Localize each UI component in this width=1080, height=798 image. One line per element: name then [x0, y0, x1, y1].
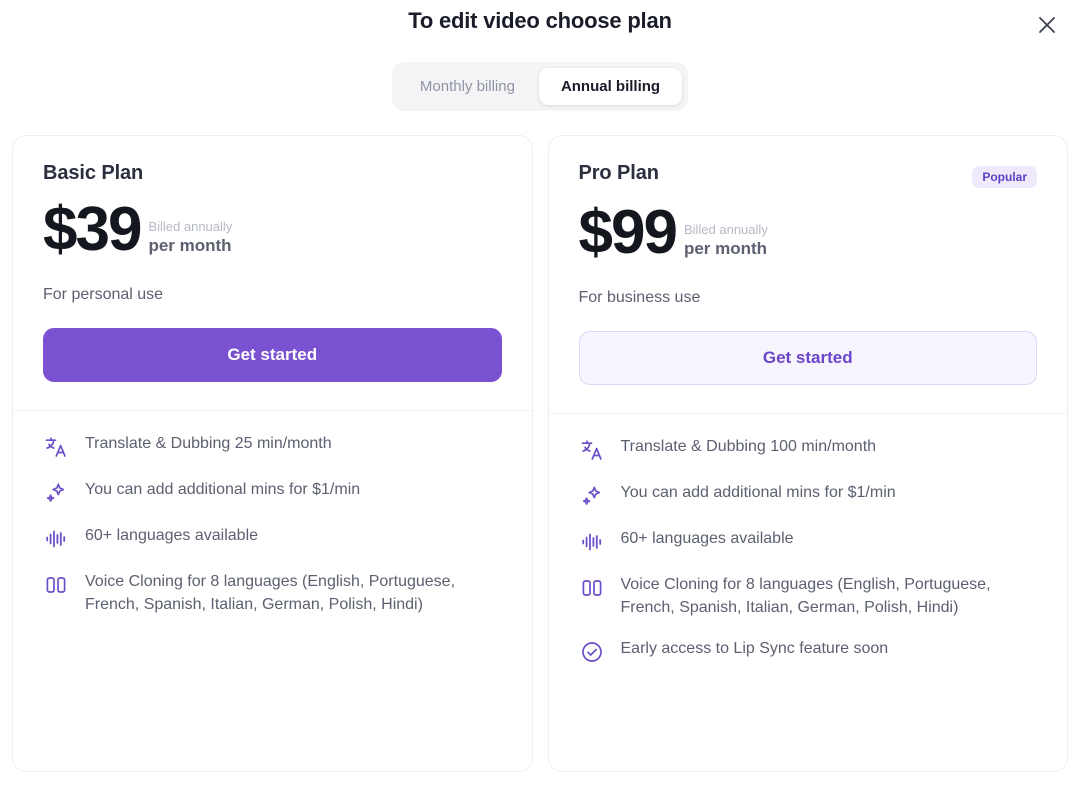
- billing-toggle-container: Monthly billingAnnual billing: [0, 62, 1080, 111]
- sparkles-icon: [43, 480, 69, 506]
- feature-list: Translate & Dubbing 25 min/month You can …: [13, 411, 532, 646]
- list-item: You can add additional mins for $1/min: [579, 482, 1038, 509]
- close-icon: [1036, 14, 1058, 36]
- plan-price: $39 Billed annuallyper month: [43, 201, 502, 260]
- feature-label: Voice Cloning for 8 languages (English, …: [621, 574, 1038, 619]
- feature-label: Translate & Dubbing 100 min/month: [621, 436, 877, 459]
- price-period: per month: [148, 235, 232, 256]
- voice-clone-icon: [43, 572, 69, 598]
- translate-icon: [579, 437, 605, 463]
- plan-header: Pro Plan Popular $99 Billed annuallyper mon…: [549, 136, 1068, 413]
- list-item: 60+ languages available: [579, 528, 1038, 555]
- close-button[interactable]: [1030, 8, 1064, 42]
- billing-toggle[interactable]: Monthly billingAnnual billing: [392, 62, 688, 111]
- plan-card: Basic Plan $39 Billed annuallyper month For…: [12, 135, 533, 772]
- feature-label: Early access to Lip Sync feature soon: [621, 638, 889, 661]
- billing-toggle-option-monthly[interactable]: Monthly billing: [398, 68, 537, 105]
- feature-label: Voice Cloning for 8 languages (English, …: [85, 571, 502, 616]
- feature-label: 60+ languages available: [85, 525, 258, 548]
- waveform-icon: [579, 529, 605, 555]
- get-started-button[interactable]: Get started: [579, 331, 1038, 385]
- list-item: Voice Cloning for 8 languages (English, …: [43, 571, 502, 616]
- check-circle-icon: [579, 639, 605, 665]
- plan-price: $99 Billed annuallyper month: [579, 204, 1038, 263]
- plan-name: Pro Plan: [579, 162, 659, 185]
- waveform-icon: [43, 526, 69, 552]
- page-title: To edit video choose plan: [0, 0, 1080, 34]
- price-amount: $99: [579, 204, 676, 263]
- sparkles-icon: [579, 483, 605, 509]
- plan-card: Pro Plan Popular $99 Billed annuallyper mon…: [548, 135, 1069, 772]
- pricing-modal: To edit video choose plan Monthly billin…: [0, 0, 1080, 798]
- get-started-button[interactable]: Get started: [43, 328, 502, 382]
- price-amount: $39: [43, 201, 140, 260]
- price-billed-note: Billed annually: [684, 223, 768, 237]
- price-period: per month: [684, 238, 768, 259]
- plan-header: Basic Plan $39 Billed annuallyper month For…: [13, 136, 532, 410]
- list-item: Voice Cloning for 8 languages (English, …: [579, 574, 1038, 619]
- status-badge: Popular: [972, 166, 1037, 188]
- plan-name: Basic Plan: [43, 162, 143, 185]
- plan-subtitle: For business use: [579, 289, 1038, 307]
- voice-clone-icon: [579, 575, 605, 601]
- list-item: Translate & Dubbing 25 min/month: [43, 433, 502, 460]
- plans-container: Basic Plan$39Billed annuallyper monthFor…: [0, 111, 1080, 772]
- feature-label: You can add additional mins for $1/min: [621, 482, 896, 505]
- billing-toggle-option-annual[interactable]: Annual billing: [539, 68, 682, 105]
- list-item: Early access to Lip Sync feature soon: [579, 638, 1038, 665]
- feature-label: 60+ languages available: [621, 528, 794, 551]
- feature-label: Translate & Dubbing 25 min/month: [85, 433, 332, 456]
- plan-subtitle: For personal use: [43, 286, 502, 304]
- price-billed-note: Billed annually: [148, 220, 232, 234]
- list-item: You can add additional mins for $1/min: [43, 479, 502, 506]
- list-item: 60+ languages available: [43, 525, 502, 552]
- list-item: Translate & Dubbing 100 min/month: [579, 436, 1038, 463]
- translate-icon: [43, 434, 69, 460]
- feature-label: You can add additional mins for $1/min: [85, 479, 360, 502]
- feature-list: Translate & Dubbing 100 min/month You can…: [549, 414, 1068, 695]
